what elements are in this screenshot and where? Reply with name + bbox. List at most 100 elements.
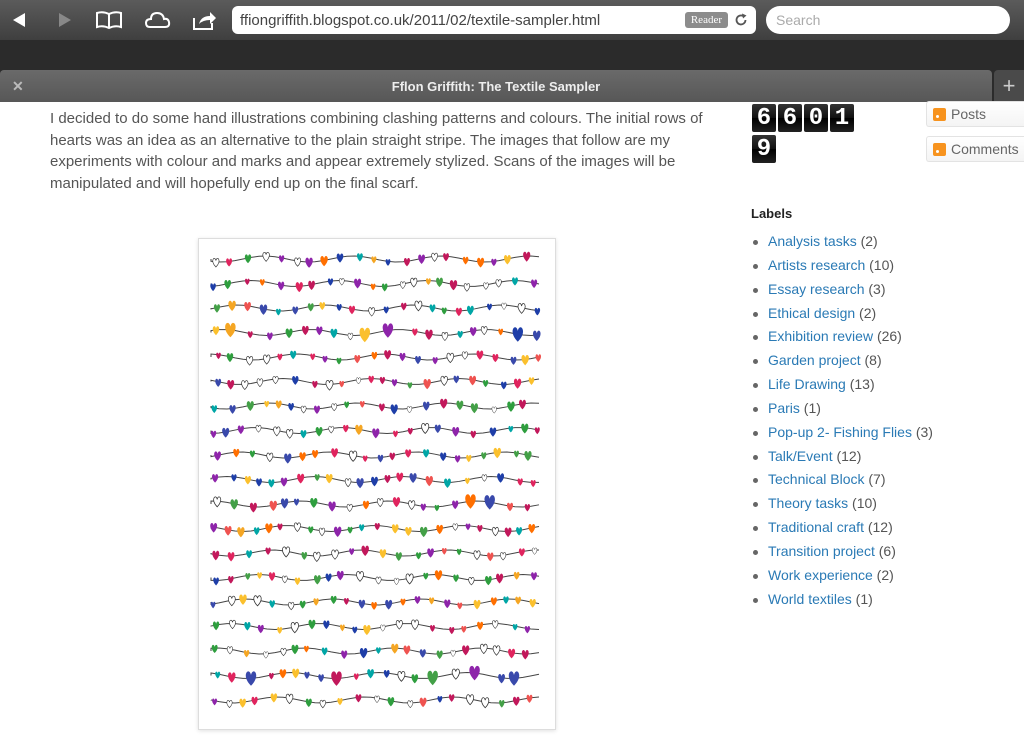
label-count: (1) (799, 399, 821, 416)
heart-shape (463, 283, 471, 292)
heart-shape (465, 494, 476, 509)
icloud-tabs-icon (144, 11, 171, 28)
new-tab-button[interactable]: + (994, 70, 1024, 102)
heart-shape (530, 480, 536, 488)
heart-shape (279, 669, 287, 679)
label-link[interactable]: Essay research (768, 281, 864, 297)
heart-shape (239, 698, 246, 708)
url-text[interactable]: ffiongriffith.blogspot.co.uk/2011/02/tex… (240, 12, 685, 29)
forward-button[interactable] (52, 6, 78, 34)
heart-shape (397, 671, 406, 682)
heart-shape (420, 503, 426, 512)
heart-shape (512, 327, 524, 342)
heart-shape (303, 645, 309, 653)
reader-button[interactable]: Reader (684, 12, 728, 28)
label-link[interactable]: Paris (768, 400, 800, 416)
heart-shape (400, 281, 406, 289)
label-link[interactable]: Traditional craft (768, 519, 864, 535)
heart-shape (503, 254, 511, 265)
heart-shape (354, 355, 361, 364)
heart-shape (528, 524, 536, 534)
label-item: Artists research (10) (751, 257, 933, 281)
label-link[interactable]: Analysis tasks (768, 233, 857, 249)
heart-shape (339, 380, 345, 388)
heart-shape (361, 545, 369, 556)
heart-shape (477, 257, 485, 268)
heart-string (210, 671, 540, 679)
reload-icon[interactable] (734, 13, 748, 27)
label-link[interactable]: Theory tasks (768, 495, 848, 511)
heart-shape (301, 551, 308, 560)
heart-shape (441, 307, 447, 315)
heart-shape (225, 322, 236, 338)
label-link[interactable]: World textiles (768, 591, 852, 607)
heart-shape (421, 423, 430, 435)
subscribe-posts-button[interactable]: Posts (926, 101, 1024, 127)
heart-shape (448, 694, 455, 702)
heart-shape (210, 601, 216, 609)
heart-shape (507, 401, 515, 412)
heart-shape (214, 451, 221, 461)
heart-shape (371, 601, 377, 610)
heart-shape (257, 624, 264, 634)
heart-shape (515, 596, 521, 605)
heart-shape (376, 498, 384, 508)
label-item: Garden project (8) (751, 352, 933, 376)
label-link[interactable]: Life Drawing (768, 376, 846, 392)
counter-digit: 6 (752, 104, 776, 132)
heart-shape (210, 430, 217, 439)
label-link[interactable]: Garden project (768, 352, 861, 368)
hearts-illustration[interactable] (198, 238, 556, 730)
heart-shape (362, 455, 368, 463)
heart-shape (363, 625, 371, 636)
heart-shape (308, 280, 315, 291)
search-field[interactable]: Search (766, 6, 1010, 34)
label-link[interactable]: Artists research (768, 257, 865, 273)
subscribe-comments-button[interactable]: Comments (926, 136, 1024, 162)
heart-shape (513, 378, 522, 389)
heart-shape (407, 382, 413, 389)
heart-shape (517, 478, 523, 486)
address-bar[interactable]: ffiongriffith.blogspot.co.uk/2011/02/tex… (232, 6, 756, 34)
label-link[interactable]: Work experience (768, 567, 873, 583)
heart-shape (355, 694, 362, 703)
new-tab-icon: + (1002, 73, 1016, 98)
label-item: Analysis tasks (2) (751, 233, 933, 257)
label-link[interactable]: Talk/Event (768, 448, 833, 464)
label-link[interactable]: Ethical design (768, 305, 855, 321)
heart-shape (452, 500, 459, 510)
heart-shape (246, 356, 254, 366)
label-link[interactable]: Pop-up 2- Fishing Flies (768, 424, 912, 440)
icloud-tabs-button[interactable] (142, 6, 172, 34)
share-button[interactable] (190, 6, 218, 34)
bookmarks-button[interactable] (94, 6, 124, 34)
bookmarks-icon (96, 11, 122, 30)
heart-shape (327, 278, 334, 286)
heart-shape (380, 624, 386, 632)
label-link[interactable]: Technical Block (768, 471, 865, 487)
heart-shape (367, 669, 374, 679)
heart-shape (493, 447, 502, 459)
heart-shape (293, 498, 300, 506)
heart-shape (477, 524, 483, 533)
heart-shape (231, 474, 237, 482)
heart-shape (391, 524, 399, 534)
heart-shape (308, 526, 314, 534)
label-item: Paris (1) (751, 400, 933, 424)
heart-shape (359, 327, 371, 343)
label-link[interactable]: Transition project (768, 543, 875, 559)
heart-shape (405, 449, 412, 458)
heart-shape (395, 620, 403, 630)
tab-active[interactable]: ✕ Fflon Griffith: The Textile Sampler (0, 70, 992, 102)
heart-shape (275, 308, 281, 316)
heart-shape (302, 325, 309, 336)
close-tab-icon[interactable]: ✕ (12, 78, 24, 95)
heart-shape (481, 452, 487, 460)
back-button[interactable] (6, 6, 32, 34)
heart-shape (434, 424, 441, 434)
label-item: Ethical design (2) (751, 305, 933, 329)
label-count: (8) (860, 352, 882, 369)
label-count: (1) (851, 590, 873, 607)
heart-shape (228, 672, 236, 683)
label-link[interactable]: Exhibition review (768, 328, 873, 344)
